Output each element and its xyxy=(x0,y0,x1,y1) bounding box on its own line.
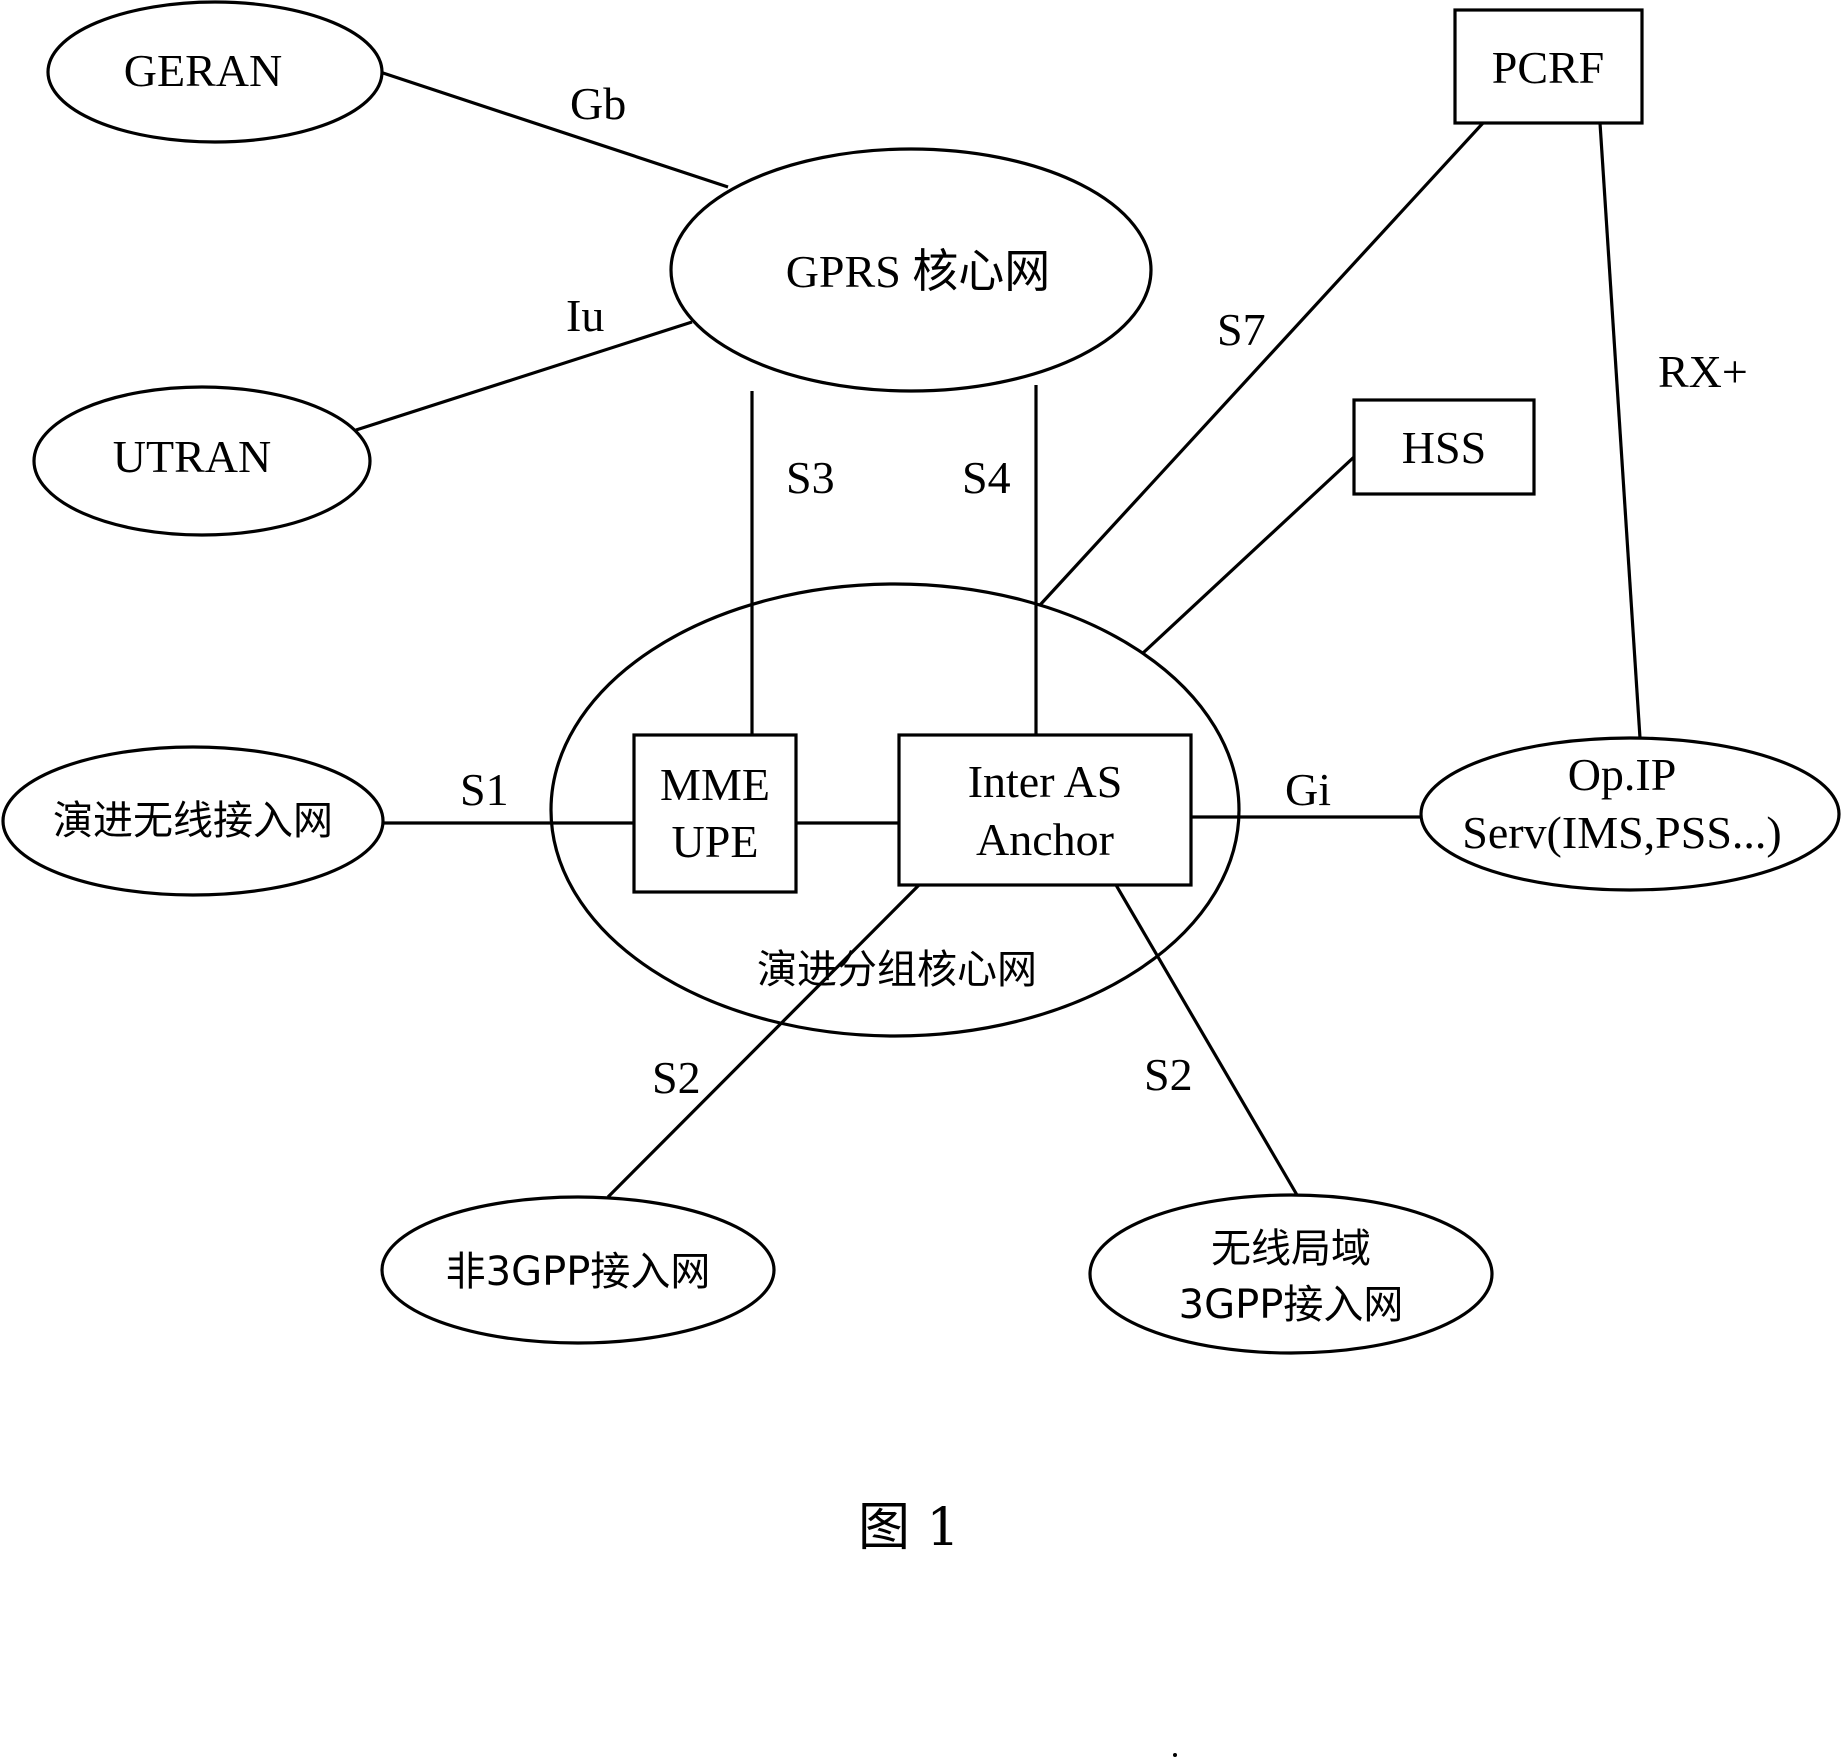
interface-label-s2-left: S2 xyxy=(652,1052,701,1103)
label-mme: MME xyxy=(660,759,770,810)
figure-caption: 图 1 xyxy=(858,1498,960,1558)
link-s7 xyxy=(1038,121,1485,607)
link-rx-plus xyxy=(1598,122,1642,739)
label-upe: UPE xyxy=(672,816,759,867)
label-utran: UTRAN xyxy=(113,431,271,482)
interface-label-iu: Iu xyxy=(566,290,604,341)
interface-label-s2-right: S2 xyxy=(1144,1049,1193,1100)
label-epc: 演进分组核心网 xyxy=(757,947,1037,993)
link-s2-left xyxy=(606,883,921,1199)
link-gb xyxy=(382,71,729,189)
label-serv: Serv(IMS,PSS...) xyxy=(1462,807,1782,858)
interface-label-s4: S4 xyxy=(962,452,1011,503)
label-geran: GERAN xyxy=(124,45,282,96)
label-wlan-line1: 无线局域 xyxy=(1211,1226,1371,1272)
label-anchor: Anchor xyxy=(976,814,1114,865)
scan-artifact-dot xyxy=(1173,1753,1177,1757)
interface-label-s3: S3 xyxy=(786,452,835,503)
link-hss xyxy=(1141,455,1356,655)
label-op-ip: Op.IP xyxy=(1568,749,1677,800)
label-gprs-core: GPRS 核心网 xyxy=(786,246,1051,297)
label-eutran: 演进无线接入网 xyxy=(53,798,333,844)
interface-label-s7: S7 xyxy=(1217,304,1266,355)
network-architecture-diagram: GERAN UTRAN GPRS 核心网 PCRF HSS 演进无线接入网 MM… xyxy=(1,0,1841,1757)
label-non-3gpp: 非3GPP接入网 xyxy=(446,1249,711,1295)
label-hss: HSS xyxy=(1402,422,1486,473)
interface-label-gi: Gi xyxy=(1285,764,1331,815)
label-pcrf: PCRF xyxy=(1492,42,1605,93)
label-inter-as: Inter AS xyxy=(968,756,1123,807)
link-s2-right xyxy=(1114,884,1299,1196)
node-wlan-3gpp xyxy=(1088,1193,1494,1355)
interface-label-s1: S1 xyxy=(460,764,509,815)
label-wlan-line2: 3GPP接入网 xyxy=(1179,1282,1404,1328)
interface-label-rx-plus: RX+ xyxy=(1658,346,1748,397)
link-iu xyxy=(355,320,693,432)
interface-label-gb: Gb xyxy=(570,78,626,129)
